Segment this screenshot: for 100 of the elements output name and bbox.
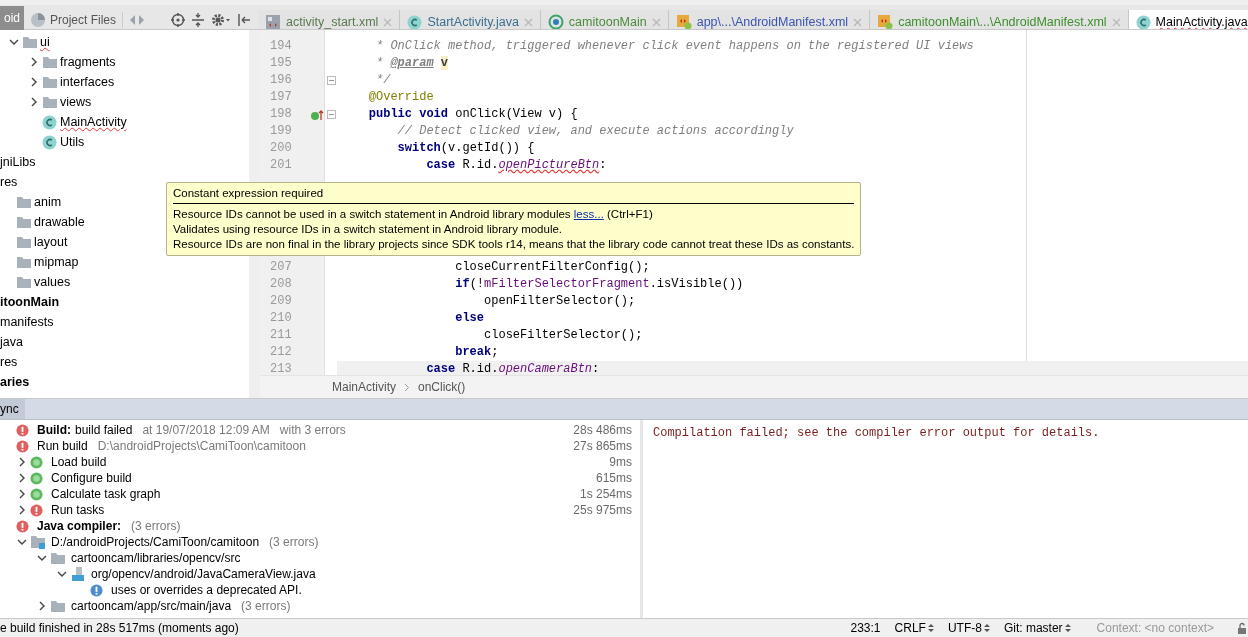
java-file-icon	[70, 566, 86, 582]
target-icon[interactable]	[171, 12, 186, 27]
build-step[interactable]: D:/androidProjects/CamiToon/camitoon	[51, 535, 260, 549]
build-step[interactable]: Load build	[51, 455, 107, 469]
info-icon	[90, 583, 103, 597]
folder-icon	[16, 235, 32, 249]
folder-icon	[42, 55, 58, 69]
project-view-selector[interactable]: Project Files	[30, 11, 124, 28]
success-icon	[30, 455, 43, 469]
build-step[interactable]: Run build	[37, 439, 88, 453]
line-number: 208	[269, 276, 293, 293]
line-number: 213	[269, 361, 293, 375]
up-down-icon	[927, 623, 934, 633]
tree-item[interactable]: fragments	[60, 55, 116, 69]
build-step[interactable]: Run tasks	[51, 503, 105, 517]
console-output: Compilation failed; see the compiler error output for details.	[653, 426, 1100, 440]
build-step[interactable]: Build:	[37, 423, 71, 437]
fold-icon[interactable]	[326, 110, 336, 119]
code-line: public void onClick(View v) {	[367, 106, 578, 123]
code-line: // Detect clicked view, and execute actions accordingly	[396, 123, 794, 140]
error-icon	[30, 503, 43, 517]
build-note: with 3 errors	[279, 423, 346, 437]
tree-item[interactable]: Utils	[60, 135, 85, 149]
chevron-icon	[404, 382, 410, 392]
tree-item[interactable]: interfaces	[60, 75, 115, 89]
lock-icon[interactable]	[1238, 622, 1246, 634]
tree-item[interactable]: anim	[34, 195, 62, 209]
code-line: break;	[454, 344, 499, 361]
build-step[interactable]: cartooncam/libraries/opencv/src	[71, 551, 241, 565]
status-dropdown[interactable]: CRLF	[894, 621, 934, 635]
tree-item[interactable]: res	[0, 355, 18, 369]
line-number: 201	[269, 157, 293, 174]
line-number: 199	[269, 123, 293, 140]
tree-item[interactable]: ui	[40, 35, 50, 49]
override-icon[interactable]	[310, 108, 324, 121]
code-line: */	[375, 72, 391, 89]
status-dropdown[interactable]: UTF-8	[947, 621, 990, 635]
manifest-file-icon	[675, 14, 692, 29]
folder-icon	[16, 255, 32, 269]
editor-tab[interactable]: StartActivity.java	[400, 10, 541, 29]
folder-icon	[42, 75, 58, 89]
build-step[interactable]: Java compiler:	[37, 519, 122, 533]
tree-item[interactable]: java	[0, 335, 23, 349]
code-line: else	[454, 310, 485, 327]
tree-item[interactable]: aries	[0, 375, 30, 389]
build-note: (3 errors)	[131, 519, 181, 533]
collapse-icon[interactable]	[191, 12, 206, 27]
class-icon	[42, 114, 57, 130]
editor-tab[interactable]: activity_start.xml	[258, 10, 401, 29]
build-duration: 9ms	[609, 455, 632, 469]
tree-item[interactable]: values	[34, 275, 71, 289]
settings-icon[interactable]	[211, 12, 232, 27]
status-dropdown[interactable]: Git: master	[1003, 621, 1071, 635]
tree-item[interactable]: MainActivity	[60, 115, 127, 129]
pie-chart-icon	[30, 11, 46, 28]
breadcrumb[interactable]: MainActivity	[332, 380, 396, 394]
up-down-icon	[983, 623, 990, 633]
tree-item[interactable]: res	[0, 175, 18, 189]
tree-item[interactable]: manifests	[0, 315, 54, 329]
folder-icon	[42, 95, 58, 109]
build-step[interactable]: org/opencv/android/JavaCameraView.java	[91, 567, 316, 581]
folder-icon	[16, 215, 32, 229]
success-icon	[30, 471, 43, 485]
tree-item[interactable]: drawable	[34, 215, 85, 229]
tooltip-text: Validates using resource IDs in a switch statement in Android library module.	[173, 222, 564, 237]
folder-icon	[50, 551, 66, 565]
build-duration: 27s 865ms	[573, 439, 632, 453]
code-line: openFilterSelector();	[483, 293, 636, 310]
build-status: build failed	[75, 423, 133, 437]
manifest-file-icon	[877, 14, 894, 29]
tree-item[interactable]: views	[60, 95, 92, 109]
editor-tab[interactable]: app\...\AndroidManifest.xml	[668, 10, 871, 29]
build-step[interactable]: Configure build	[51, 471, 132, 485]
tree-item[interactable]: mipmap	[34, 255, 79, 269]
build-step[interactable]: Calculate task graph	[51, 487, 161, 501]
breadcrumb[interactable]: onClick()	[418, 380, 466, 394]
status-message: e build finished in 28s 517ms (moments ago)	[0, 621, 239, 635]
status-item[interactable]: 233:1	[850, 621, 881, 635]
class-icon	[42, 134, 57, 150]
editor-tab[interactable]: MainActivity.java	[1128, 10, 1248, 29]
tree-item[interactable]: layout	[34, 235, 68, 249]
tree-item[interactable]: jniLibs	[0, 155, 36, 169]
code-line: switch(v.getId()) {	[396, 140, 535, 157]
line-number: 195	[269, 55, 293, 72]
less-link[interactable]: less...	[573, 208, 604, 220]
fold-icon[interactable]	[326, 76, 336, 85]
pin-icon[interactable]	[237, 12, 252, 27]
build-duration: 615ms	[595, 471, 632, 485]
up-down-icon	[1064, 623, 1071, 633]
tree-item[interactable]: itoonMain	[0, 295, 59, 309]
success-icon	[30, 487, 43, 501]
build-tab[interactable]: ync	[0, 399, 25, 419]
line-number: 194	[269, 38, 293, 55]
build-note: D:\androidProjects\CamiToon\camitoon	[97, 439, 306, 453]
module-folder-icon	[30, 534, 46, 550]
folder-icon	[22, 35, 38, 49]
module-icon	[547, 14, 564, 29]
code-line: closeFilterSelector();	[483, 327, 643, 344]
build-step[interactable]: cartooncam/app/src/main/java	[71, 599, 232, 613]
build-step[interactable]: uses or overrides a deprecated API.	[111, 583, 302, 597]
